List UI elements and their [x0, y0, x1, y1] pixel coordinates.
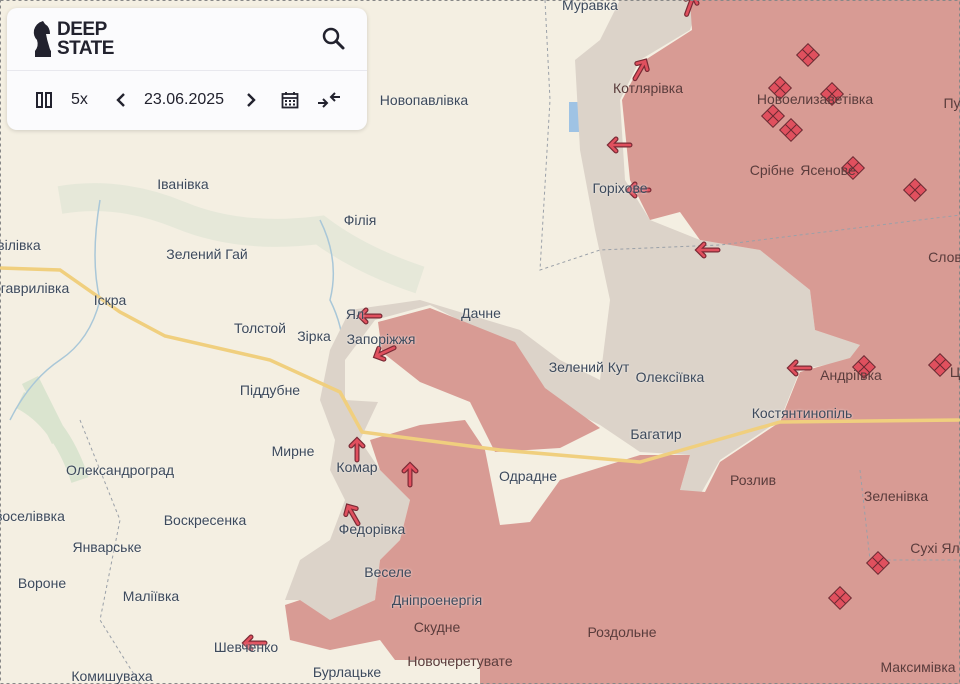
place-label: Максимівка [880, 659, 956, 675]
place-label: Веселе [364, 564, 412, 580]
calendar-icon [281, 92, 299, 109]
place-label: Ц [949, 364, 960, 380]
place-label: Сухі Ял [910, 540, 960, 556]
knight-logo-icon [33, 21, 51, 57]
place-label: Дніпроенергія [391, 592, 483, 608]
place-label: Комишуваха [71, 668, 153, 684]
calendar-button[interactable] [279, 89, 301, 111]
chevron-right-icon [247, 93, 256, 107]
date-display[interactable]: 23.06.2025 [144, 91, 224, 109]
pause-icon [36, 92, 52, 108]
place-label: Дачне [461, 305, 501, 321]
place-label: Костянтинопіль [751, 405, 853, 421]
place-label: Андріївка [820, 367, 882, 383]
place-label: Пу [943, 95, 960, 111]
speed-button[interactable]: 5x [71, 91, 88, 109]
place-label: Філія [343, 212, 377, 228]
place-label: Зірка [297, 328, 331, 344]
place-label: Одрадне [498, 468, 558, 484]
place-label: воселіввка [0, 508, 65, 524]
search-button[interactable] [321, 26, 347, 52]
place-label: Скудне [413, 619, 461, 635]
control-panel: DEEP STATE 5x 23.06.2025 [7, 8, 367, 130]
place-label: Толстой [234, 320, 286, 336]
logo-text-line1: DEEP [57, 19, 107, 40]
place-label: Срібне [749, 162, 795, 178]
divider [7, 70, 367, 71]
place-label: гаврилівка [0, 280, 70, 296]
place-label: Ял [345, 306, 365, 322]
next-date-button[interactable] [243, 89, 259, 111]
place-label: Піддубне [239, 382, 301, 398]
place-label: Маліївка [122, 588, 180, 604]
previous-date-button[interactable] [113, 89, 129, 111]
place-label: Розлив [729, 472, 777, 488]
place-label: Новоелизаветівка [756, 91, 874, 107]
place-label: Олексіївка [635, 369, 705, 385]
place-label: Бурлацьке [312, 664, 382, 680]
place-label: Багатир [630, 426, 682, 442]
place-label: Январське [72, 539, 142, 555]
place-label: Мирне [271, 443, 315, 459]
place-label: Іванівка [157, 176, 209, 192]
place-label: Федорівка [338, 521, 406, 537]
place-label: Олександроград [65, 462, 175, 478]
place-label: Комар [336, 459, 378, 475]
place-label: Ясенове [800, 162, 856, 178]
place-label: Слов [928, 249, 960, 265]
logo[interactable]: DEEP STATE [31, 20, 114, 58]
place-label: Вороне [17, 575, 67, 591]
pause-button[interactable] [33, 89, 55, 111]
collapse-button[interactable] [316, 89, 342, 111]
place-label: Шевченко [213, 639, 279, 655]
place-label: Іскра [93, 292, 127, 308]
chevron-left-icon [116, 93, 125, 107]
place-label: Зеленівка [863, 488, 929, 504]
collapse-icon [318, 92, 340, 108]
place-label: Зелений Гай [166, 246, 248, 262]
search-icon [322, 27, 345, 50]
logo-text-line2: STATE [57, 38, 114, 59]
place-label: Горіхове [592, 180, 648, 196]
place-label: Муравка [562, 0, 618, 13]
place-label: Воскресенка [163, 512, 247, 528]
place-label: ивілівка [0, 237, 41, 253]
place-label: Котлярівка [612, 80, 684, 96]
place-label: Новопавлівка [379, 92, 469, 108]
place-label: Зелений Кут [548, 359, 630, 375]
place-label: Запоріжжя [346, 331, 416, 347]
place-label: Новочеретувате [407, 653, 513, 669]
place-label: Роздольне [587, 624, 657, 640]
